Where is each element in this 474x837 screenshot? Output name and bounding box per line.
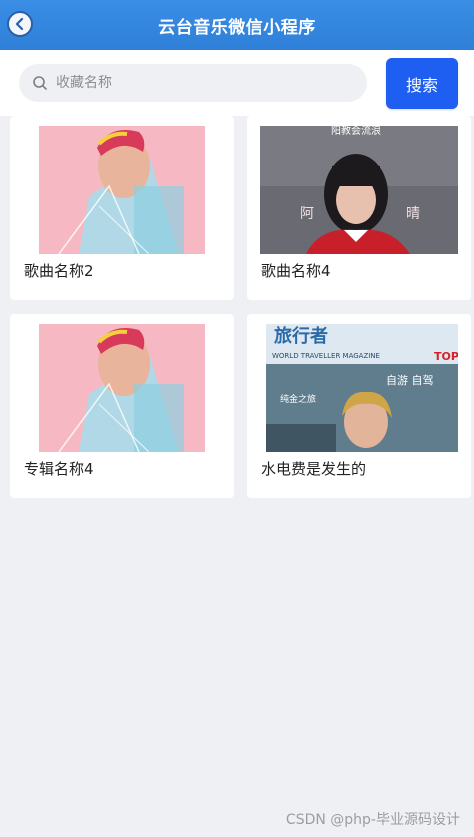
cover-image: 旅行者 WORLD TRAVELLER MAGAZINE TOP 自游 自驾 纯… [266, 324, 458, 452]
cover-image [39, 324, 205, 452]
search-button[interactable]: 搜索 [386, 58, 458, 109]
watermark-credit: CSDN @php-毕业源码设计 [285, 812, 460, 828]
search-icon [32, 75, 48, 91]
favorite-card[interactable]: 旅行者 WORLD TRAVELLER MAGAZINE TOP 自游 自驾 纯… [247, 314, 471, 498]
cover-image: 阳教会流浪 阿 晴 [260, 126, 458, 254]
card-title: 歌曲名称4 [261, 262, 331, 280]
favorite-card[interactable]: 歌曲名称2 [10, 116, 234, 300]
favorite-card[interactable]: 专辑名称4 [10, 314, 234, 498]
magazine-headline: 自游 自驾 [386, 374, 434, 387]
search-bar: 搜索 [0, 50, 474, 116]
page-title: 云台音乐微信小程序 [158, 17, 316, 38]
magazine-badge: TOP [434, 350, 458, 363]
magazine-feature: 纯金之旅 [280, 393, 316, 405]
card-title: 水电费是发生的 [261, 460, 367, 478]
cover-image [39, 126, 205, 254]
card-title: 歌曲名称2 [24, 262, 94, 280]
card-title: 专辑名称4 [24, 460, 94, 478]
chevron-left-icon [15, 17, 24, 31]
navigation-bar: 云台音乐微信小程序 [0, 0, 474, 50]
cover-text-left: 阿 [300, 206, 314, 222]
cover-text-right: 晴 [406, 206, 420, 222]
search-input[interactable] [54, 74, 348, 92]
back-button[interactable] [7, 11, 33, 37]
magazine-subtitle: WORLD TRAVELLER MAGAZINE [272, 352, 380, 360]
favorite-card[interactable]: 阳教会流浪 阿 晴 歌曲名称4 [247, 116, 471, 300]
magazine-title: 旅行者 [274, 325, 328, 347]
cover-text-top: 阳教会流浪 [331, 126, 381, 137]
search-field[interactable] [19, 64, 367, 102]
